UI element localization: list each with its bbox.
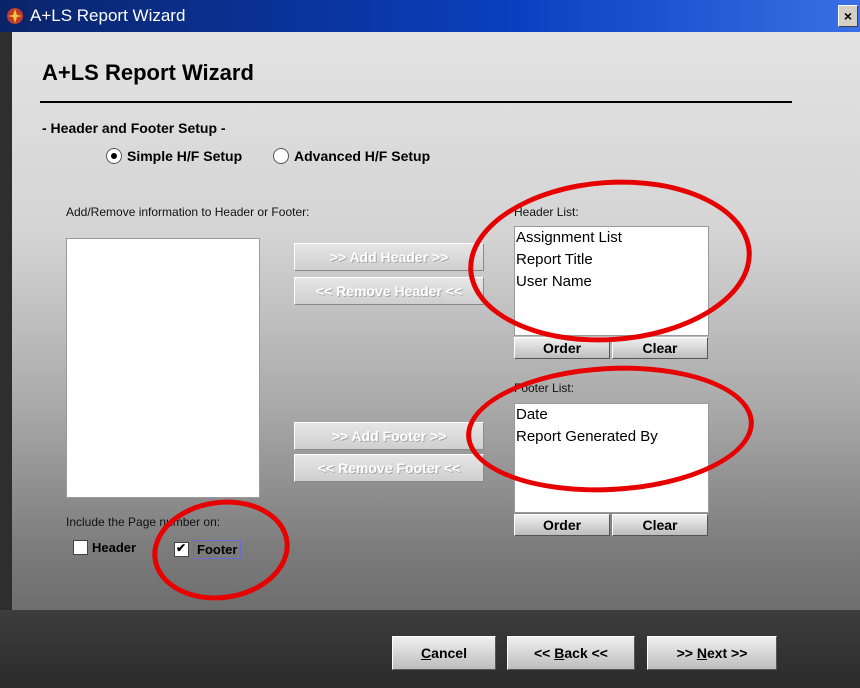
remove-footer-button[interactable]: << Remove Footer <<: [294, 454, 484, 482]
radio-advanced[interactable]: [273, 148, 289, 164]
page-number-footer-label: Footer: [193, 540, 242, 559]
radio-advanced-label: Advanced H/F Setup: [294, 148, 431, 164]
page-number-header-option[interactable]: Header: [73, 540, 136, 555]
page-number-label: Include the Page number on:: [66, 515, 221, 529]
footer-clear-button[interactable]: Clear: [612, 514, 708, 536]
available-list[interactable]: [66, 238, 260, 498]
wizard-title: A+LS Report Wizard: [42, 60, 254, 85]
header-list[interactable]: Assignment List Report Title User Name: [514, 226, 709, 336]
page-number-header-label: Header: [92, 540, 137, 555]
window-title: A+LS Report Wizard: [30, 6, 186, 25]
list-item[interactable]: Date: [515, 404, 708, 426]
remove-header-button[interactable]: << Remove Header <<: [294, 277, 484, 305]
next-button[interactable]: >> Next >>: [647, 636, 777, 670]
back-button[interactable]: << Back <<: [507, 636, 635, 670]
radio-advanced-option[interactable]: Advanced H/F Setup: [273, 148, 430, 164]
close-button[interactable]: ×: [838, 5, 858, 27]
app-logo-icon: [7, 8, 23, 24]
header-list-label: Header List:: [514, 205, 579, 219]
cancel-button[interactable]: Cancel: [392, 636, 496, 670]
radio-simple-option[interactable]: Simple H/F Setup: [106, 148, 242, 164]
list-item[interactable]: Assignment List: [515, 227, 708, 249]
title-divider: [40, 101, 792, 103]
add-header-button[interactable]: >> Add Header >>: [294, 243, 484, 271]
footer-order-button[interactable]: Order: [514, 514, 610, 536]
radio-simple-label: Simple H/F Setup: [127, 148, 243, 164]
header-order-button[interactable]: Order: [514, 337, 610, 359]
page-number-footer-checkbox[interactable]: [174, 542, 189, 557]
available-label: Add/Remove information to Header or Foot…: [66, 205, 310, 219]
footer-list[interactable]: Date Report Generated By: [514, 403, 709, 513]
list-item[interactable]: Report Generated By: [515, 426, 708, 448]
window-titlebar: A+LS Report Wizard ×: [0, 0, 860, 32]
page-number-footer-option[interactable]: Footer: [174, 540, 242, 559]
list-item[interactable]: Report Title: [515, 249, 708, 271]
list-item[interactable]: User Name: [515, 271, 708, 293]
page-number-header-checkbox[interactable]: [73, 540, 88, 555]
radio-simple[interactable]: [106, 148, 122, 164]
add-footer-button[interactable]: >> Add Footer >>: [294, 422, 484, 450]
section-heading: - Header and Footer Setup -: [42, 120, 226, 136]
header-clear-button[interactable]: Clear: [612, 337, 708, 359]
footer-list-label: Footer List:: [514, 381, 575, 395]
